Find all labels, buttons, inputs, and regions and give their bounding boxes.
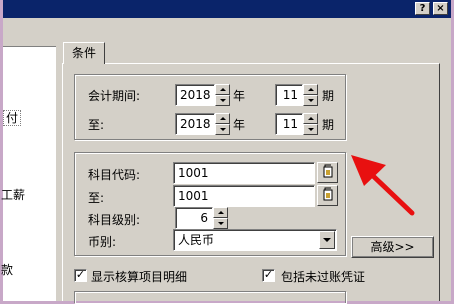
spin-down-icon[interactable]	[303, 124, 318, 135]
year-unit-label: 年	[233, 89, 246, 103]
to-year-input[interactable]: 2018	[175, 113, 215, 135]
spin-down-icon[interactable]	[213, 218, 228, 229]
period-unit-label: 期	[322, 118, 335, 132]
period-to-label: 至:	[88, 118, 105, 132]
spin-up-icon[interactable]	[303, 113, 318, 124]
year-unit-label: 年	[233, 118, 246, 132]
spin-up-icon[interactable]	[215, 84, 230, 95]
period-from-label: 会计期间:	[88, 89, 141, 103]
spin-up-icon[interactable]	[303, 84, 318, 95]
account-level-label: 科目级别:	[88, 213, 141, 227]
close-button[interactable]: ×	[433, 2, 448, 15]
currency-label: 币别:	[88, 235, 117, 249]
list-item[interactable]: 付	[3, 109, 22, 126]
to-period-spinner[interactable]	[303, 113, 318, 135]
include-unposted-label: 包括未过账凭证	[281, 270, 366, 284]
currency-select[interactable]: 人民币	[173, 229, 337, 251]
help-icon: ?	[419, 3, 426, 14]
include-unposted-checkbox[interactable]: ✓	[262, 269, 275, 282]
report-list-pane[interactable]: 付 工薪 款	[1, 46, 56, 301]
advanced-button[interactable]: 高级>>	[351, 236, 434, 258]
show-detail-label: 显示核算项目明细	[91, 270, 188, 284]
show-detail-checkbox[interactable]: ✓	[74, 269, 87, 282]
account-level-input[interactable]: 6	[175, 207, 213, 229]
from-year-input[interactable]: 2018	[175, 84, 215, 106]
account-to-label: 至:	[88, 191, 105, 205]
from-period-spinner[interactable]	[303, 84, 318, 106]
list-item[interactable]: 工薪	[1, 186, 25, 203]
account-lookup-icon	[323, 187, 333, 201]
spin-up-icon[interactable]	[215, 113, 230, 124]
tab-conditions[interactable]: 条件	[63, 42, 105, 64]
spin-down-icon[interactable]	[215, 124, 230, 135]
spin-down-icon[interactable]	[215, 95, 230, 106]
to-period-input[interactable]: 11	[275, 113, 303, 135]
account-code-to-input[interactable]: 1001	[173, 185, 315, 207]
account-code-label: 科目代码:	[88, 168, 141, 182]
to-year-spinner[interactable]	[215, 113, 230, 135]
currency-dropdown-button[interactable]	[319, 231, 335, 249]
spin-down-icon[interactable]	[303, 95, 318, 106]
account-level-spinner[interactable]	[213, 207, 228, 229]
lower-group	[74, 291, 346, 303]
chevron-down-icon	[323, 238, 331, 242]
period-unit-label: 期	[322, 89, 335, 103]
currency-selected-value: 人民币	[178, 233, 215, 247]
list-item[interactable]: 款	[1, 261, 13, 278]
spin-up-icon[interactable]	[213, 207, 228, 218]
account-code-from-lookup-button[interactable]	[317, 162, 338, 183]
from-period-input[interactable]: 11	[275, 84, 303, 106]
close-icon: ×	[436, 3, 445, 14]
title-bar	[3, 0, 451, 18]
account-code-to-lookup-button[interactable]	[317, 185, 338, 206]
from-year-spinner[interactable]	[215, 84, 230, 106]
account-lookup-icon	[323, 164, 333, 178]
red-arrow-annotation	[351, 155, 415, 216]
account-code-from-input[interactable]: 1001	[173, 162, 315, 184]
help-button[interactable]: ?	[415, 2, 430, 15]
